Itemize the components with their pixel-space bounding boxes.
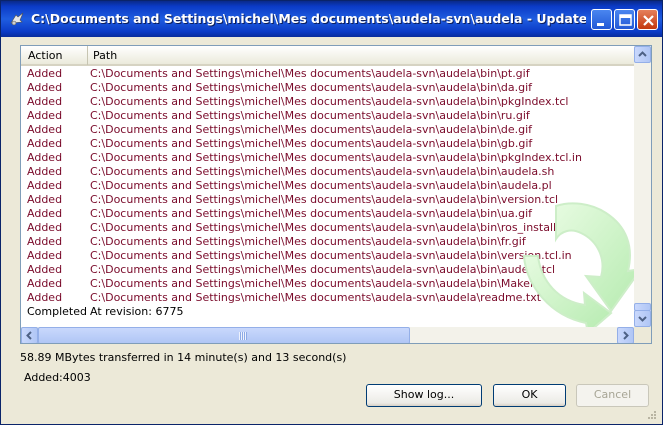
list-header: Action Path [21, 46, 634, 66]
vertical-scrollbar[interactable] [634, 46, 651, 327]
row-action: Added [27, 249, 63, 262]
minimize-button[interactable] [591, 9, 612, 30]
row-path: C:\Documents and Settings\michel\Mes doc… [90, 109, 530, 122]
scrollbar-corner [634, 327, 651, 343]
row-action: Added [27, 165, 63, 178]
added-count: Added:4003 [24, 371, 91, 384]
list-item[interactable]: Added C:\Documents and Settings\michel\Me… [21, 67, 634, 81]
dialog-client-area: Action Path Added C:\Documents and Settin… [5, 37, 658, 422]
update-arrow-watermark-icon [522, 202, 644, 335]
tortoisesvn-app-icon [10, 12, 24, 26]
row-action: Added [27, 277, 63, 290]
row-path: C:\Documents and Settings\michel\Mes doc… [90, 81, 533, 94]
scroll-left-button[interactable] [21, 327, 38, 343]
update-dialog-window: C:\Documents and Settings\michel\Mes doc… [0, 0, 663, 425]
row-path: C:\Documents and Settings\michel\Mes doc… [90, 221, 573, 234]
list-item[interactable]: Added C:\Documents and Settings\michel\Me… [21, 95, 634, 109]
window-title: C:\Documents and Settings\michel\Mes doc… [31, 11, 586, 26]
row-path: C:\Documents and Settings\michel\Mes doc… [90, 235, 526, 248]
scroll-up-button[interactable] [634, 46, 651, 63]
row-path: C:\Documents and Settings\michel\Mes doc… [90, 123, 533, 136]
row-path: At revision: 6775 [90, 305, 184, 318]
row-action: Added [27, 123, 63, 136]
update-list-view[interactable]: Action Path Added C:\Documents and Settin… [20, 45, 652, 344]
row-path: C:\Documents and Settings\michel\Mes doc… [90, 207, 533, 220]
chevron-up-icon [638, 51, 647, 57]
show-log-button[interactable]: Show log... [366, 384, 482, 407]
chevron-left-icon [26, 331, 32, 340]
row-path: C:\Documents and Settings\michel\Mes doc… [90, 67, 530, 80]
transfer-summary: 58.89 MBytes transferred in 14 minute(s)… [20, 351, 347, 364]
row-path: C:\Documents and Settings\michel\Mes doc… [90, 95, 569, 108]
scroll-grip-icon [239, 332, 247, 340]
row-action: Completed [27, 305, 87, 318]
list-item[interactable]: Added C:\Documents and Settings\michel\Me… [21, 179, 634, 193]
list-item[interactable]: Added C:\Documents and Settings\michel\Me… [21, 151, 634, 165]
row-action: Added [27, 263, 63, 276]
list-item[interactable]: Added C:\Documents and Settings\michel\Me… [21, 137, 634, 151]
list-item[interactable]: Added C:\Documents and Settings\michel\Me… [21, 123, 634, 137]
resize-grip-icon[interactable] [646, 409, 657, 420]
close-icon [643, 15, 654, 26]
row-action: Added [27, 179, 63, 192]
maximize-button[interactable] [614, 9, 635, 30]
scroll-right-button[interactable] [617, 327, 634, 343]
row-path: C:\Documents and Settings\michel\Mes doc… [90, 137, 533, 150]
row-path: C:\Documents and Settings\michel\Mes doc… [90, 249, 572, 262]
list-item[interactable]: Added C:\Documents and Settings\michel\Me… [21, 109, 634, 123]
row-action: Added [27, 81, 63, 94]
close-button[interactable] [637, 9, 658, 30]
row-path: C:\Documents and Settings\michel\Mes doc… [90, 277, 547, 290]
title-bar[interactable]: C:\Documents and Settings\michel\Mes doc… [1, 1, 662, 37]
row-action: Added [27, 207, 63, 220]
cancel-button[interactable]: Cancel [576, 384, 649, 407]
row-action: Added [27, 95, 63, 108]
horizontal-scroll-thumb[interactable] [38, 327, 410, 343]
row-path: C:\Documents and Settings\michel\Mes doc… [90, 263, 556, 276]
row-action: Added [27, 221, 63, 234]
scroll-down-button[interactable] [634, 310, 651, 327]
maximize-icon [619, 14, 632, 26]
chevron-down-icon [638, 316, 647, 322]
minimize-icon [597, 23, 604, 26]
row-path: C:\Documents and Settings\michel\Mes doc… [90, 179, 552, 192]
row-action: Added [27, 137, 63, 150]
column-header-path[interactable]: Path [88, 46, 634, 65]
row-action: Added [27, 193, 63, 206]
row-action: Added [27, 109, 63, 122]
row-path: C:\Documents and Settings\michel\Mes doc… [90, 165, 555, 178]
row-action: Added [27, 291, 63, 304]
row-path: C:\Documents and Settings\michel\Mes doc… [90, 151, 582, 164]
horizontal-scrollbar[interactable] [21, 327, 634, 343]
row-action: Added [27, 151, 63, 164]
column-header-action[interactable]: Action [21, 46, 88, 65]
row-action: Added [27, 235, 63, 248]
row-action: Added [27, 67, 63, 80]
row-path: C:\Documents and Settings\michel\Mes doc… [90, 193, 559, 206]
list-item[interactable]: Added C:\Documents and Settings\michel\Me… [21, 81, 634, 95]
chevron-right-icon [623, 331, 629, 340]
list-item[interactable]: Added C:\Documents and Settings\michel\Me… [21, 165, 634, 179]
ok-button[interactable]: OK [493, 384, 566, 407]
row-path: C:\Documents and Settings\michel\Mes doc… [90, 291, 542, 304]
